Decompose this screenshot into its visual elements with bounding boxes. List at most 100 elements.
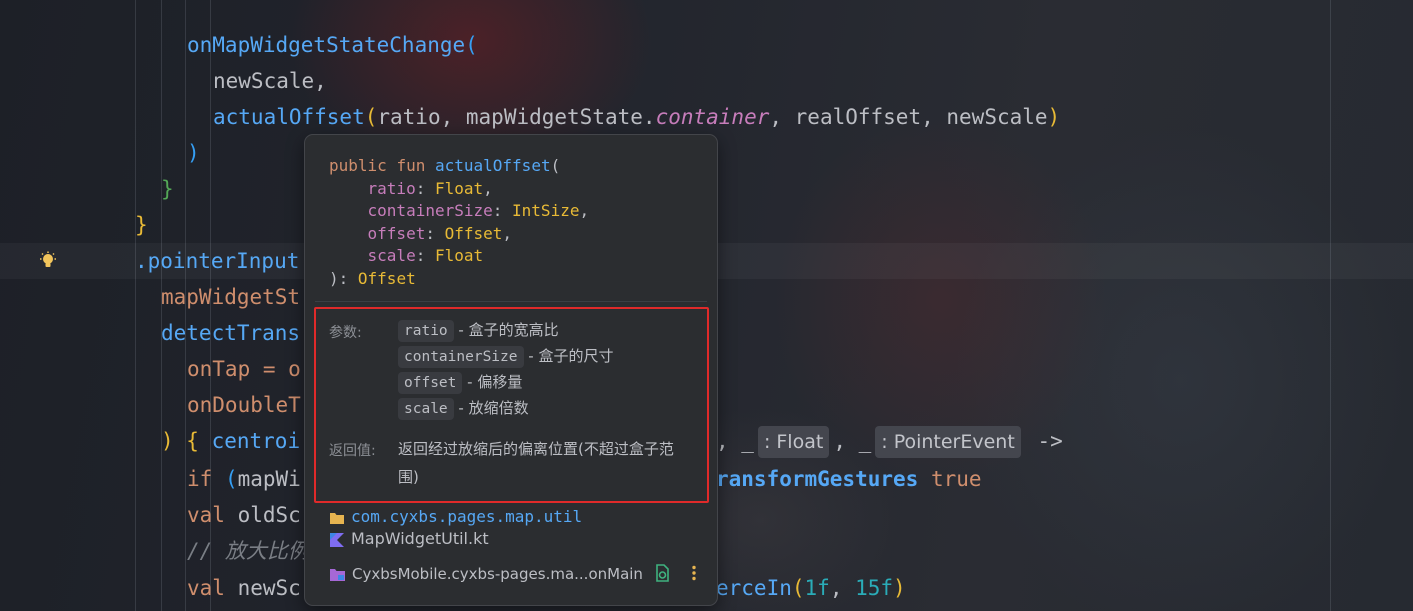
identifier[interactable]: oldSc — [225, 503, 301, 527]
type-inlay-hint: : PointerEvent — [875, 426, 1021, 458]
divider — [315, 301, 707, 302]
returns-text: 返回经过放缩后的偏离位置(不超过盒子范围) — [398, 440, 674, 486]
lambda-param: , _ — [833, 429, 872, 453]
colon: : — [415, 178, 435, 198]
param-desc: - 盒子的宽高比 — [453, 321, 559, 339]
file-link[interactable]: MapWidgetUtil.kt — [329, 528, 489, 550]
more-vertical-icon[interactable] — [685, 564, 703, 582]
code-line-tail[interactable]: ransformGestures true — [716, 461, 982, 497]
keyword: if — [187, 467, 213, 491]
function-name: actualOffset — [434, 156, 551, 175]
comma: , — [769, 105, 795, 129]
code-line[interactable]: onTap = o — [187, 351, 301, 387]
code-line[interactable]: actualOffset(ratio, mapWidgetState.conta… — [213, 99, 1060, 135]
code-line[interactable]: } — [135, 207, 148, 243]
module-link[interactable]: CyxbsMobile.cyxbs-pages.ma...onMain — [329, 563, 643, 585]
lambda-arrow: -> — [1024, 429, 1063, 453]
function-signature: public fun actualOffset( ratio: Float, c… — [329, 155, 589, 291]
code-line[interactable]: newScale, — [213, 63, 327, 99]
paren: ) — [161, 429, 174, 453]
comment-line[interactable]: // 放大比例 — [187, 533, 309, 569]
function-ref[interactable]: ransformGestures — [716, 467, 918, 491]
param-desc: - 放缩倍数 — [453, 399, 529, 417]
code-line[interactable]: detectTrans — [161, 315, 300, 351]
code-line[interactable]: ) { centroi — [161, 423, 300, 459]
keyword: true — [918, 467, 982, 491]
comma: , — [502, 223, 513, 243]
paren: ( — [465, 33, 478, 57]
function-call[interactable]: onMapWidgetStateChange — [187, 33, 465, 57]
param-name: scale — [367, 246, 416, 266]
code-line[interactable]: if (mapWi — [187, 461, 301, 497]
code-line[interactable]: val oldSc — [187, 497, 301, 533]
param-doc-row: containerSize - 盒子的尺寸 — [398, 344, 613, 368]
code-line[interactable]: ) — [187, 135, 200, 171]
code-line[interactable]: } — [161, 171, 174, 207]
property-ref[interactable]: container — [656, 105, 770, 129]
number-literal: 15f — [855, 576, 894, 600]
paren: ) — [893, 576, 906, 600]
module-name[interactable]: CyxbsMobile.cyxbs-pages.ma...onMain — [352, 565, 643, 583]
argument[interactable]: ratio — [377, 105, 440, 129]
dot: . — [642, 105, 656, 129]
param-name: ratio — [367, 178, 416, 198]
argument[interactable]: newScale, — [213, 69, 327, 93]
params-label: 参数: — [329, 325, 362, 341]
lightbulb-icon[interactable] — [38, 251, 58, 271]
comma: , — [440, 105, 466, 129]
paren: ( — [550, 156, 561, 175]
function-call[interactable]: erceIn — [716, 576, 792, 600]
module-icon — [330, 569, 345, 581]
comma: , — [921, 105, 947, 129]
code-line-tail[interactable]: erceIn(1f, 15f) — [716, 570, 906, 606]
number-literal: 1f — [804, 576, 830, 600]
code-line[interactable]: onMapWidgetStateChange( — [187, 27, 478, 63]
function-call[interactable]: actualOffset — [213, 105, 365, 129]
package-name[interactable]: com.cyxbs.pages.map.util — [351, 507, 582, 526]
colon: : — [415, 246, 435, 266]
identifier[interactable]: newSc — [225, 576, 301, 600]
param-name: offset — [367, 223, 426, 243]
identifier[interactable]: mapWi — [238, 467, 301, 491]
argument[interactable]: realOffset — [795, 105, 921, 129]
paren: ( — [791, 576, 805, 600]
colon: : — [492, 201, 513, 221]
param-chip: ratio — [398, 320, 454, 342]
argument[interactable]: newScale — [946, 105, 1047, 129]
code-line-tail[interactable]: , _: Float, _: PointerEvent -> — [716, 423, 1063, 459]
package-link[interactable]: com.cyxbs.pages.map.util — [329, 507, 582, 527]
code-line[interactable]: .pointerInput — [135, 243, 299, 279]
param-desc: - 偏移量 — [462, 373, 523, 391]
identifier[interactable]: centroi — [212, 429, 301, 453]
paren: ( — [212, 467, 238, 491]
folder-icon — [330, 512, 344, 524]
param-desc: - 盒子的尺寸 — [523, 347, 614, 365]
returns-label: 返回值: — [329, 443, 376, 459]
keyword: val — [187, 576, 225, 600]
param-chip: offset — [398, 372, 463, 394]
object-ref[interactable]: mapWidgetState — [466, 105, 643, 129]
param-name: containerSize — [367, 201, 493, 221]
indent-guide — [135, 0, 136, 611]
keyword: public — [329, 156, 387, 175]
comma: , — [829, 576, 856, 600]
comma: , — [483, 178, 493, 198]
return-type: Offset — [357, 268, 416, 288]
code-line[interactable]: val newSc — [187, 570, 301, 606]
param-doc-row: offset - 偏移量 — [398, 370, 522, 394]
keyword: val — [187, 503, 225, 527]
keyword: fun — [396, 156, 426, 175]
code-line[interactable]: onDoubleT — [187, 387, 301, 423]
type-inlay-hint: : Float — [757, 426, 830, 458]
param-doc-row: ratio - 盒子的宽高比 — [398, 318, 559, 342]
quick-documentation-popup[interactable]: public fun actualOffset( ratio: Float, c… — [304, 134, 718, 606]
param-chip: scale — [398, 398, 454, 420]
paren: ( — [364, 105, 378, 129]
file-name[interactable]: MapWidgetUtil.kt — [351, 529, 489, 548]
code-line[interactable]: mapWidgetSt — [161, 279, 300, 315]
gradle-sync-icon[interactable] — [653, 564, 671, 582]
param-type: Offset — [444, 223, 503, 243]
comma: , — [579, 201, 590, 221]
right-margin-guide — [1330, 0, 1331, 611]
param-doc-row: scale - 放缩倍数 — [398, 396, 529, 420]
